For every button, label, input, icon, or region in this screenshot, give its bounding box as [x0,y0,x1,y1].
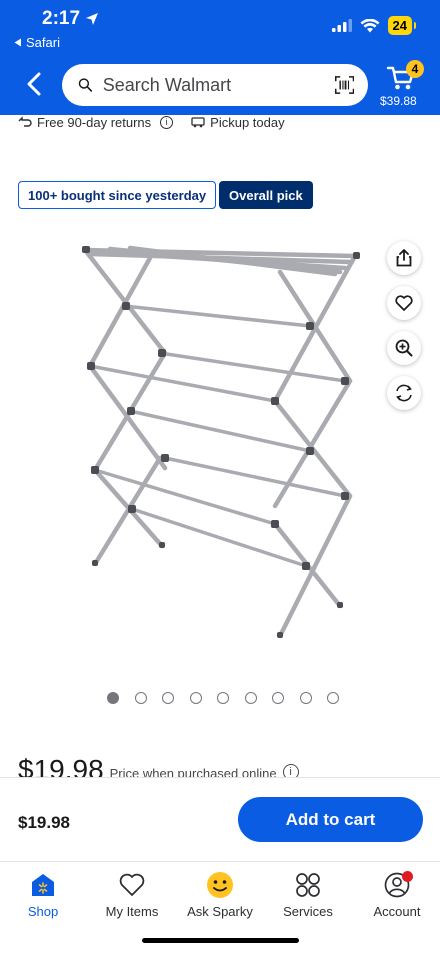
carousel-dot[interactable] [107,692,119,704]
carousel-dot[interactable] [299,692,312,704]
back-triangle-icon [14,38,21,47]
favorite-button[interactable] [387,286,421,320]
heart-icon [395,295,413,311]
price-row: $19.98 Price when purchased online i [18,756,438,778]
nav-shop-label: Shop [27,904,59,919]
carousel-dot[interactable] [189,692,202,704]
product-image[interactable] [70,236,370,656]
carousel-dot[interactable] [217,692,229,704]
cart-total: $39.88 [380,94,417,108]
notification-dot [402,871,413,882]
location-arrow-icon [86,13,99,25]
nav-shop[interactable]: Shop [3,870,83,919]
app-header: 2:17 Safari 24 Search Walmart 4 $39.88 [0,0,440,115]
bought-badge: 100+ bought since yesterday [18,181,217,209]
nav-account-label: Account [373,904,421,919]
battery-indicator: 24 [387,16,417,35]
zoom-button[interactable] [387,331,421,365]
search-input[interactable] [102,74,335,96]
services-icon [296,873,320,897]
nav-ask-sparky[interactable]: Ask Sparky [180,870,260,919]
nav-account[interactable]: Account [357,870,437,919]
nav-services-label: Services [283,904,333,919]
pickup-label: Pickup today [210,114,285,130]
price-info-icon[interactable]: i [282,764,299,778]
home-indicator [142,938,299,943]
clock-text: 2:17 [42,8,81,29]
returns-info[interactable]: Free 90-day returns i [18,114,174,130]
shop-icon [32,874,54,896]
info-icon[interactable]: i [160,115,174,129]
nav-services[interactable]: Services [268,870,348,919]
signal-icon [331,19,352,32]
returns-label: Free 90-day returns [37,114,152,130]
returns-icon [18,116,32,127]
battery-level: 24 [392,18,407,33]
add-to-cart-bar: $19.98 Add to cart [0,777,440,861]
wifi-icon [360,18,380,32]
cart-button[interactable]: 4 $39.88 [380,60,424,110]
fulfillment-strip: Free 90-day returns i Pickup today [0,111,440,133]
carousel-dots [107,692,339,704]
share-button[interactable] [387,241,421,275]
product-price: $19.98 [18,756,104,778]
zoom-in-icon [395,339,413,357]
heart-icon [119,873,145,896]
carousel-dot[interactable] [244,692,257,704]
pickup-icon [191,117,205,128]
carousel-dot[interactable] [162,692,174,704]
search-icon [78,78,93,92]
sparky-icon [207,872,233,898]
barcode-scan-icon[interactable] [334,73,354,97]
carousel-dot[interactable] [327,692,339,704]
status-indicators: 24 [331,16,417,35]
nav-my-items[interactable]: My Items [92,870,172,919]
cart-count-badge: 4 [406,60,424,78]
chevron-left-icon [27,72,41,96]
carousel-dot[interactable] [134,692,147,704]
pickup-info[interactable]: Pickup today [191,114,285,130]
back-app-label: Safari [26,35,60,50]
nav-ask-sparky-label: Ask Sparky [187,904,253,919]
back-button[interactable] [22,69,46,99]
carousel-dot[interactable] [272,692,284,704]
overall-pick-badge[interactable]: Overall pick [219,181,313,209]
add-to-cart-button[interactable]: Add to cart [238,797,423,842]
view-360-button[interactable] [387,376,421,410]
back-to-safari[interactable]: Safari [14,35,60,50]
nav-my-items-label: My Items [105,904,159,919]
share-icon [396,249,412,267]
rotate-360-icon [396,384,412,402]
search-bar[interactable] [62,64,368,106]
status-time: 2:17 [42,8,99,30]
sticky-price: $19.98 [18,813,70,832]
